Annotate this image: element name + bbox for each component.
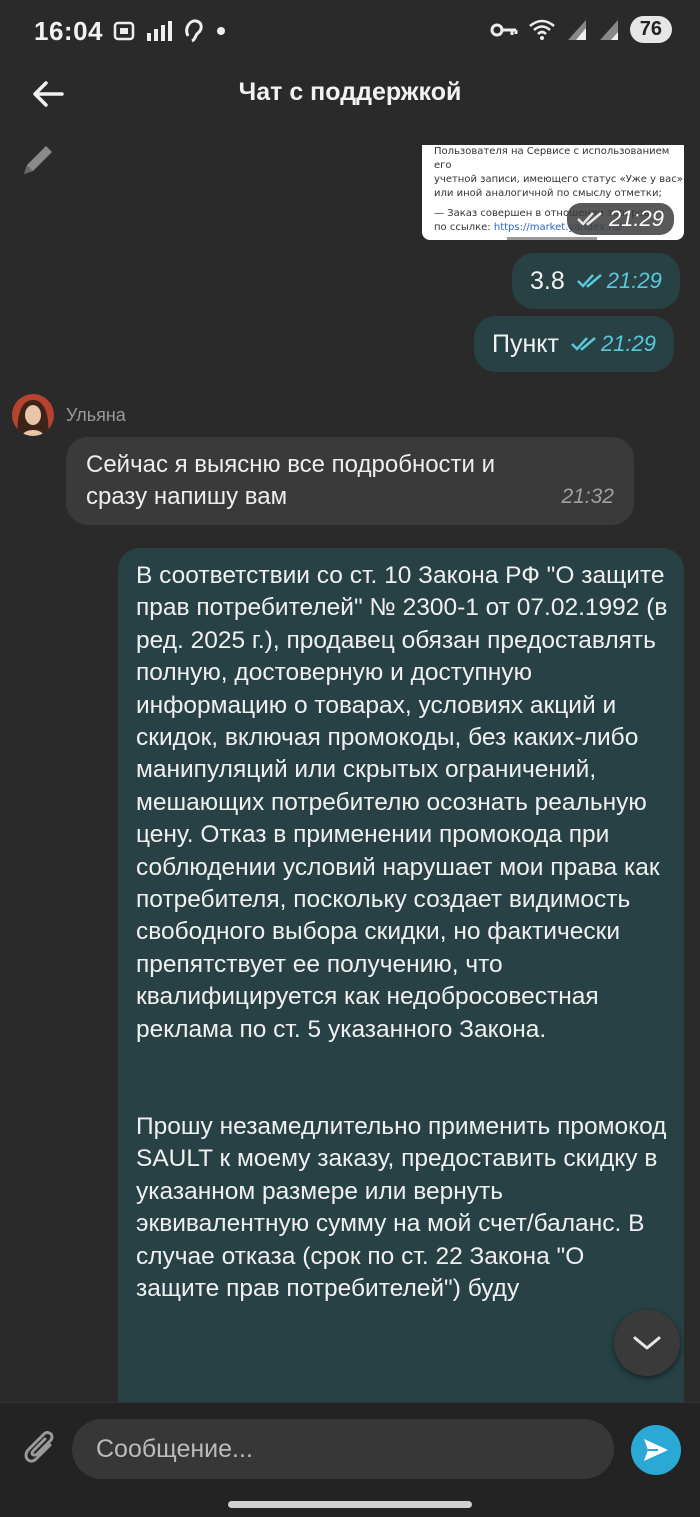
- message-time: 21:29: [576, 268, 662, 294]
- doc-line: или иной аналогичной по смыслу отметки;: [434, 188, 662, 199]
- agent-name: Ульяна: [66, 405, 126, 425]
- dot-icon: [217, 27, 225, 35]
- message-text: Пункт: [492, 329, 559, 358]
- double-check-icon: [571, 337, 596, 351]
- signal-icon: [599, 19, 618, 40]
- page-title: Чат с поддержкой: [238, 78, 462, 106]
- outgoing-message[interactable]: В соответствии со ст. 10 Закона РФ "О за…: [118, 548, 684, 1428]
- image-message[interactable]: Пользователя на Сервисе с использованием…: [422, 145, 684, 240]
- message-text: Сейчас я выясню все подробности и сразу …: [86, 451, 496, 510]
- double-check-icon: [577, 212, 602, 226]
- send-button[interactable]: [631, 1425, 681, 1475]
- outgoing-message[interactable]: Пункт 21:29: [474, 316, 675, 372]
- message-text: 3.8: [530, 266, 565, 295]
- time-label: 21:29: [606, 268, 662, 293]
- outgoing-message[interactable]: 3.8 21:29: [512, 253, 680, 309]
- status-time: 16:04: [34, 16, 103, 46]
- paperclip-icon[interactable]: [20, 1427, 60, 1473]
- send-icon: [644, 1439, 668, 1461]
- key-icon: [490, 23, 518, 36]
- time-label: 21:29: [600, 331, 657, 356]
- screenshot-icon: [113, 21, 135, 41]
- scroll-indicator: [507, 237, 597, 240]
- pencil-icon[interactable]: [18, 140, 58, 180]
- gesture-nav-bar: [228, 1501, 472, 1508]
- incoming-message[interactable]: Сейчас я выясню все подробности и сразу …: [66, 437, 634, 525]
- wifi-icon: [528, 19, 555, 40]
- doc-line: Пользователя на Сервисе с использованием…: [434, 146, 670, 171]
- message-text: В соответствии со ст. 10 Закона РФ "О за…: [136, 562, 668, 1302]
- chat-screen: 16:04 76 Чат с поддержкой Пользователя н…: [0, 0, 700, 1517]
- audio-icon: [185, 19, 203, 43]
- signal-icon: [147, 21, 172, 41]
- chat-header: Чат с поддержкой: [0, 66, 700, 126]
- message-time: 21:32: [561, 485, 614, 508]
- scroll-down-button[interactable]: [614, 1310, 680, 1376]
- chevron-down-icon: [633, 1336, 661, 1350]
- avatar[interactable]: [12, 394, 54, 436]
- time-label: 21:29: [608, 206, 664, 231]
- battery-indicator: 76: [629, 16, 672, 43]
- message-input[interactable]: Сообщение...: [72, 1419, 614, 1479]
- double-check-icon: [576, 274, 602, 288]
- status-left-icons: [112, 18, 226, 44]
- doc-link-prefix: по ссылке:: [434, 222, 494, 233]
- doc-line: учетной записи, имеющего статус «Уже у в…: [434, 174, 683, 185]
- message-time: 21:29: [571, 331, 656, 357]
- status-bar: 16:04 76: [0, 0, 700, 66]
- message-placeholder: Сообщение...: [96, 1435, 253, 1463]
- signal-icon: [567, 19, 586, 40]
- status-right-icons: 76: [490, 16, 672, 43]
- message-composer: Сообщение...: [0, 1402, 700, 1517]
- image-message-time: 21:29: [566, 203, 674, 235]
